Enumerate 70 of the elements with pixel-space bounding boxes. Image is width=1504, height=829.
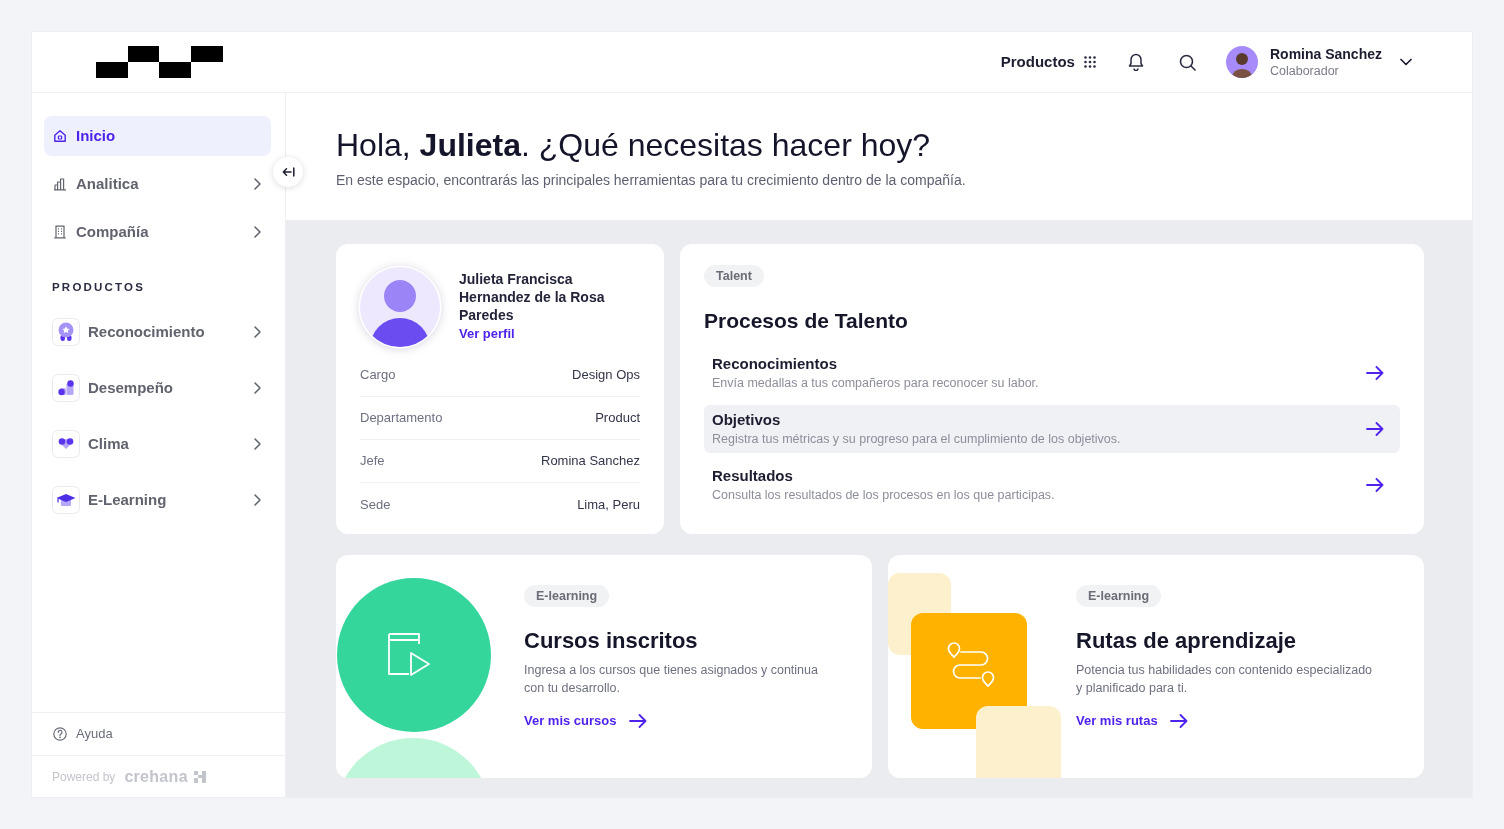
card-description: Potencia tus habilidades con contenido especializado y planificado para ti.	[1076, 662, 1374, 697]
collapse-icon	[281, 167, 295, 177]
section-title: PRODUCTOS	[52, 280, 147, 294]
profile-name: Julieta Francisca Hernandez de la Rosa Paredes	[459, 270, 606, 324]
card-description: Ingresa a los cursos que tienes asignados y continua con tu desarrollo.	[524, 662, 819, 697]
bar-chart-icon	[53, 177, 67, 191]
arrow-right-icon	[1366, 478, 1384, 492]
process-title: Objetivos	[712, 410, 781, 430]
search-icon[interactable]	[1178, 53, 1196, 71]
process-description: Consulta los resultados de los procesos en los que participas.	[712, 487, 1055, 504]
nav-item[interactable]: E-Learning	[44, 476, 271, 524]
building-icon	[53, 225, 67, 239]
page-heading: Hola, Julieta. ¿Qué necesitas hacer hoy?	[336, 126, 932, 164]
nav-item[interactable]: Inicio	[44, 116, 271, 156]
field-value: Product	[595, 409, 640, 428]
arrow-right-icon	[1366, 422, 1384, 436]
brand-mark-icon	[193, 770, 206, 783]
text-link[interactable]: Ver mis cursos	[524, 711, 647, 731]
profile-link[interactable]: Ver perfil	[459, 324, 515, 344]
logo-icon[interactable]	[96, 46, 223, 78]
chevron-down-icon[interactable]	[1400, 58, 1412, 66]
card-title: Rutas de aprendizaje	[1076, 627, 1297, 655]
nav-item[interactable]: Clima	[44, 420, 271, 468]
chevron-right-icon	[254, 438, 261, 450]
help-link[interactable]: Ayuda	[32, 712, 285, 755]
field-value: Romina Sanchez	[541, 452, 640, 471]
field-label: Sede	[360, 495, 391, 514]
nav-item[interactable]: Compañía	[44, 212, 271, 252]
arrow-right-icon	[1169, 713, 1188, 728]
category-tag: E-learning	[524, 585, 610, 607]
category-tag: E-learning	[1076, 585, 1162, 607]
help-icon	[53, 727, 67, 741]
chevron-right-icon	[254, 494, 261, 506]
chevron-right-icon	[254, 178, 261, 190]
process-title: Reconocimientos	[712, 354, 838, 374]
shapes-icon	[52, 374, 80, 402]
field-value: Lima, Peru	[577, 495, 640, 514]
nav-item[interactable]: Analitica	[44, 164, 271, 204]
chevron-right-icon	[254, 382, 261, 394]
medal-icon	[52, 318, 80, 346]
products-button[interactable]: Productos	[1000, 50, 1096, 74]
nav-item[interactable]: Desempeño	[44, 364, 271, 412]
arrow-right-icon	[628, 713, 647, 728]
home-icon	[53, 129, 67, 143]
brand-name: crehana	[124, 766, 188, 787]
field-label: Departamento	[360, 409, 443, 428]
process-description: Registra tus métricas y su progreso para el cumplimiento de los objetivos.	[712, 431, 1121, 448]
field-label: Jefe	[360, 452, 385, 471]
user-role: Colaborador	[1269, 62, 1340, 80]
process-description: Envía medallas a tus compañeros para reconocer su labor.	[712, 375, 1039, 392]
chevron-right-icon	[254, 326, 261, 338]
process-row[interactable]: Objetivos Registra tus métricas y su progreso para el cumplimiento de los objetivos.	[704, 405, 1400, 453]
user-name: Romina Sanchez	[1269, 44, 1382, 63]
bell-icon[interactable]	[1127, 53, 1144, 71]
chevron-right-icon	[254, 226, 261, 238]
graduation-cap-icon	[52, 486, 80, 514]
avatar-icon[interactable]	[1225, 46, 1258, 78]
page-subtitle: En este espacio, encontrarás las principales herramientas para tu crecimiento dentro de la compañía.	[336, 171, 967, 190]
powered-by-text: Powered by	[52, 768, 116, 786]
field-value: Design Ops	[572, 366, 640, 385]
arrow-right-icon	[1366, 366, 1384, 380]
route-icon	[911, 613, 1027, 729]
category-tag: Talent	[704, 265, 764, 287]
field-label: Cargo	[360, 366, 396, 385]
text-link[interactable]: Ver mis rutas	[1076, 711, 1188, 731]
card-title: Procesos de Talento	[704, 308, 909, 334]
card-title: Cursos inscritos	[524, 627, 698, 655]
process-title: Resultados	[712, 466, 793, 486]
nav-item[interactable]: Reconocimiento	[44, 308, 271, 356]
grid-icon	[1083, 56, 1096, 68]
